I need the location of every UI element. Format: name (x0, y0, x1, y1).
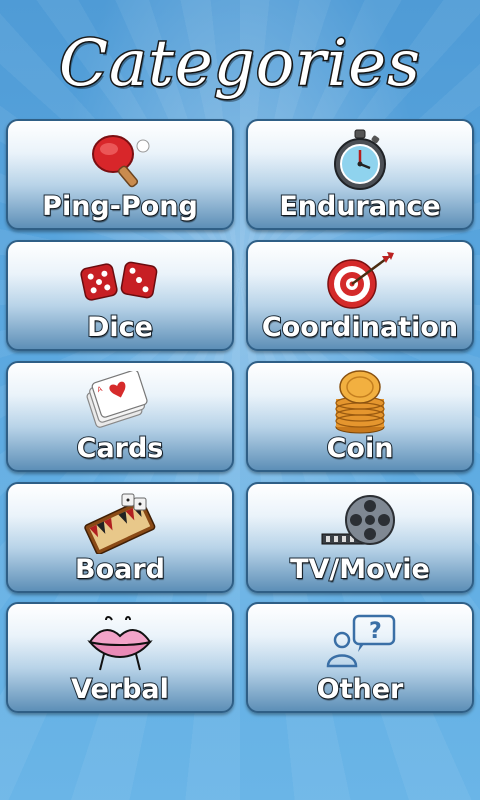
category-tile-endurance[interactable]: Endurance (246, 119, 474, 230)
dice-icon (8, 250, 232, 312)
category-tile-coin[interactable]: Coin (246, 361, 474, 472)
category-label: Verbal (70, 673, 170, 706)
category-tile-tv-movie[interactable]: TV/Movie (246, 482, 474, 593)
category-label: Board (74, 553, 166, 586)
coins-icon (248, 370, 472, 434)
category-tile-coordination[interactable]: Coordination (246, 240, 474, 351)
category-label: Ping-Pong (41, 190, 199, 223)
lips-icon (8, 612, 232, 674)
category-label: TV/Movie (289, 553, 431, 586)
category-tile-other[interactable]: ? Other (246, 602, 474, 713)
category-tile-dice[interactable]: Dice (6, 240, 234, 351)
svg-text:?: ? (369, 619, 382, 644)
question-chat-icon: ? (248, 612, 472, 674)
category-tile-ping-pong[interactable]: Ping-Pong (6, 119, 234, 230)
playing-cards-icon: A (8, 371, 232, 433)
category-label: Cards (76, 432, 165, 465)
category-tile-verbal[interactable]: Verbal (6, 602, 234, 713)
category-label: Coin (326, 432, 395, 465)
category-label: Other (316, 673, 405, 706)
stopwatch-icon (248, 129, 472, 191)
category-label: Coordination (261, 311, 459, 344)
category-tile-board[interactable]: Board (6, 482, 234, 593)
category-label: Endurance (278, 190, 441, 223)
category-tile-cards[interactable]: A Cards (6, 361, 234, 472)
ping-pong-paddle-icon (8, 129, 232, 191)
target-icon (248, 250, 472, 312)
page-title: Categories (58, 26, 422, 103)
category-label: Dice (86, 311, 154, 344)
film-reel-icon (248, 492, 472, 554)
backgammon-board-icon (8, 492, 232, 554)
